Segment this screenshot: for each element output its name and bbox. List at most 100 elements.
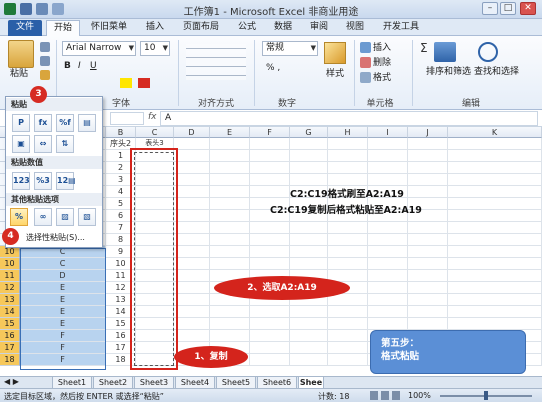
- row-header[interactable]: 16: [0, 330, 20, 342]
- paste-keep-source-icon[interactable]: ▤: [78, 114, 96, 132]
- cell[interactable]: [290, 234, 328, 246]
- align-icons[interactable]: [186, 44, 246, 80]
- cell[interactable]: [290, 258, 328, 270]
- cell[interactable]: [210, 198, 250, 210]
- paste-values-icon[interactable]: 123: [12, 172, 30, 190]
- insert-button[interactable]: 插入: [360, 42, 391, 55]
- cell[interactable]: [408, 138, 448, 150]
- cell[interactable]: [174, 138, 210, 150]
- cell[interactable]: [250, 246, 290, 258]
- cell[interactable]: [210, 138, 250, 150]
- cell[interactable]: [408, 222, 448, 234]
- cell[interactable]: [448, 282, 542, 294]
- column-header-i[interactable]: I: [368, 127, 408, 138]
- font-name-select[interactable]: Arial Narrow ▼: [62, 41, 136, 56]
- find-select-icon[interactable]: [478, 42, 498, 62]
- tab-home[interactable]: 开始: [46, 20, 80, 36]
- cell[interactable]: [328, 150, 368, 162]
- cell[interactable]: [328, 354, 368, 366]
- row-header[interactable]: 15: [0, 318, 20, 330]
- paste-column-width-icon[interactable]: ⇔: [34, 135, 52, 153]
- paste-link-icon[interactable]: ∞: [34, 208, 52, 226]
- format-painter-icon[interactable]: [40, 70, 50, 80]
- format-button[interactable]: 格式: [360, 72, 391, 85]
- cell[interactable]: [174, 234, 210, 246]
- percent-comma-buttons[interactable]: % ,: [266, 62, 280, 75]
- cell[interactable]: [250, 150, 290, 162]
- cell[interactable]: [174, 270, 210, 282]
- cell[interactable]: [448, 186, 542, 198]
- cell[interactable]: [328, 138, 368, 150]
- cell[interactable]: [328, 222, 368, 234]
- cell[interactable]: [448, 270, 542, 282]
- number-format-select[interactable]: 常规 ▼: [262, 41, 318, 56]
- cell[interactable]: [368, 150, 408, 162]
- cell[interactable]: [174, 162, 210, 174]
- cell[interactable]: [210, 150, 250, 162]
- cell[interactable]: [290, 138, 328, 150]
- column-header-k[interactable]: K: [448, 127, 542, 138]
- cell[interactable]: [448, 294, 542, 306]
- cell[interactable]: [368, 174, 408, 186]
- paste-icon[interactable]: [8, 40, 34, 68]
- paste-values-source-icon[interactable]: 12▤: [56, 172, 76, 190]
- column-header-b[interactable]: B: [106, 127, 136, 138]
- cell[interactable]: [210, 246, 250, 258]
- tab-data[interactable]: 数据: [268, 20, 298, 36]
- cell[interactable]: [290, 330, 328, 342]
- paste-button-label[interactable]: 粘贴: [10, 68, 28, 81]
- tab-developer[interactable]: 开发工具: [376, 20, 426, 36]
- cell[interactable]: [250, 138, 290, 150]
- paste-formula-number-icon[interactable]: %f: [56, 114, 74, 132]
- cell[interactable]: [408, 270, 448, 282]
- sort-filter-button[interactable]: 排序和筛选: [426, 66, 471, 79]
- cell[interactable]: [328, 162, 368, 174]
- bold-button[interactable]: B: [64, 60, 71, 73]
- tab-page-layout[interactable]: 页面布局: [176, 20, 226, 36]
- row-header[interactable]: 11: [0, 270, 20, 282]
- column-header-j[interactable]: J: [408, 127, 448, 138]
- cell[interactable]: [368, 318, 408, 330]
- cell[interactable]: [448, 222, 542, 234]
- cell[interactable]: [368, 162, 408, 174]
- maximize-button[interactable]: □: [500, 2, 516, 15]
- cell[interactable]: [250, 330, 290, 342]
- cell[interactable]: [250, 186, 290, 198]
- cell[interactable]: [408, 186, 448, 198]
- cell[interactable]: [174, 198, 210, 210]
- cell[interactable]: [448, 210, 542, 222]
- cell[interactable]: [448, 234, 542, 246]
- cell[interactable]: [368, 282, 408, 294]
- cell[interactable]: [210, 234, 250, 246]
- fx-button[interactable]: fx: [148, 112, 157, 122]
- tab-review[interactable]: 审阅: [304, 20, 334, 36]
- name-box[interactable]: [110, 112, 144, 125]
- zoom-level[interactable]: 100%: [408, 391, 431, 400]
- cell[interactable]: [290, 306, 328, 318]
- close-button[interactable]: ✕: [520, 2, 536, 15]
- cell[interactable]: [210, 318, 250, 330]
- cell[interactable]: [290, 342, 328, 354]
- tab-classic-menu[interactable]: 怀旧菜单: [84, 20, 134, 36]
- cell[interactable]: [448, 138, 542, 150]
- paste-values-number-icon[interactable]: %3: [34, 172, 52, 190]
- cell[interactable]: [290, 174, 328, 186]
- cell[interactable]: [408, 150, 448, 162]
- cell[interactable]: [250, 258, 290, 270]
- paste-icon-option[interactable]: P: [12, 114, 30, 132]
- paste-formula-icon[interactable]: fx: [34, 114, 52, 132]
- cell[interactable]: [174, 174, 210, 186]
- row-header[interactable]: 14: [0, 306, 20, 318]
- cell[interactable]: [290, 246, 328, 258]
- cell[interactable]: [328, 306, 368, 318]
- cell[interactable]: [174, 294, 210, 306]
- cell[interactable]: [408, 162, 448, 174]
- cell[interactable]: [290, 150, 328, 162]
- cell[interactable]: [250, 318, 290, 330]
- zoom-slider-thumb[interactable]: [484, 391, 488, 400]
- cell[interactable]: [408, 318, 448, 330]
- cell[interactable]: [448, 246, 542, 258]
- cell[interactable]: [368, 270, 408, 282]
- cell[interactable]: [408, 258, 448, 270]
- cell[interactable]: [448, 258, 542, 270]
